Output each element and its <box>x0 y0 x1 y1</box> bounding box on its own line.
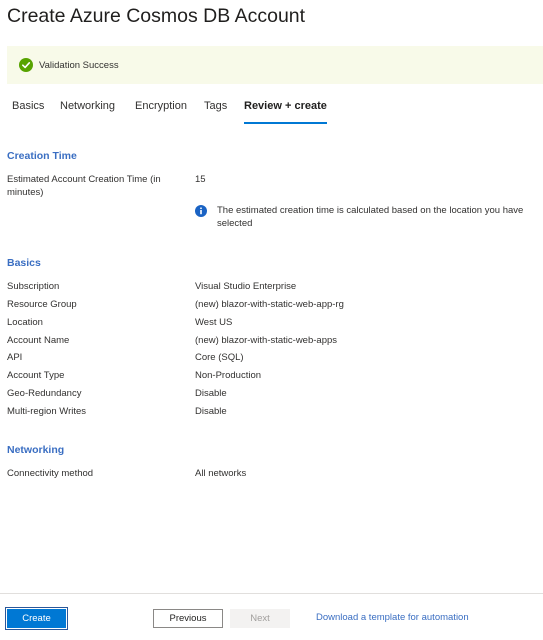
location-label: Location <box>7 317 43 328</box>
section-title-basics: Basics <box>7 257 41 269</box>
section-title-networking: Networking <box>7 444 65 456</box>
tab-basics[interactable]: Basics <box>12 100 44 112</box>
tab-encryption[interactable]: Encryption <box>135 100 187 112</box>
api-label: API <box>7 352 23 363</box>
account-type-label: Account Type <box>7 370 65 381</box>
location-value: West US <box>195 317 233 328</box>
previous-button[interactable]: Previous <box>153 609 223 628</box>
estimated-time-value: 15 <box>195 174 206 185</box>
tab-review-create[interactable]: Review + create <box>244 100 327 124</box>
info-text: The estimated creation time is calculate… <box>217 205 524 229</box>
check-circle-icon <box>19 58 33 72</box>
estimated-time-label: Estimated Account Creation Time (in minu… <box>7 174 161 198</box>
validation-banner: Validation Success <box>7 46 543 84</box>
api-value: Core (SQL) <box>195 352 244 363</box>
multi-region-writes-value: Disable <box>195 406 227 417</box>
connectivity-method-label: Connectivity method <box>7 468 94 479</box>
geo-redundancy-label: Geo-Redundancy <box>7 388 82 399</box>
account-type-value: Non-Production <box>195 370 262 381</box>
tab-tags[interactable]: Tags <box>204 100 227 112</box>
multi-region-writes-label: Multi-region Writes <box>7 406 87 417</box>
section-title-creation-time: Creation Time <box>7 150 77 162</box>
info-message: The estimated creation time is calculate… <box>195 204 540 230</box>
page-title: Create Azure Cosmos DB Account <box>7 5 306 27</box>
subscription-value: Visual Studio Enterprise <box>195 281 297 292</box>
subscription-label: Subscription <box>7 281 60 292</box>
tab-networking[interactable]: Networking <box>60 100 115 112</box>
download-template-link[interactable]: Download a template for automation <box>316 612 469 623</box>
account-name-label: Account Name <box>7 335 70 346</box>
validation-message: Validation Success <box>39 59 119 71</box>
connectivity-method-value: All networks <box>195 468 247 479</box>
info-icon <box>195 205 207 217</box>
resource-group-value: (new) blazor-with-static-web-app-rg <box>195 299 344 310</box>
footer-divider <box>0 593 543 594</box>
create-button[interactable]: Create <box>5 607 68 630</box>
next-button[interactable]: Next <box>230 609 290 628</box>
geo-redundancy-value: Disable <box>195 388 227 399</box>
account-name-value: (new) blazor-with-static-web-apps <box>195 335 338 346</box>
resource-group-label: Resource Group <box>7 299 77 310</box>
